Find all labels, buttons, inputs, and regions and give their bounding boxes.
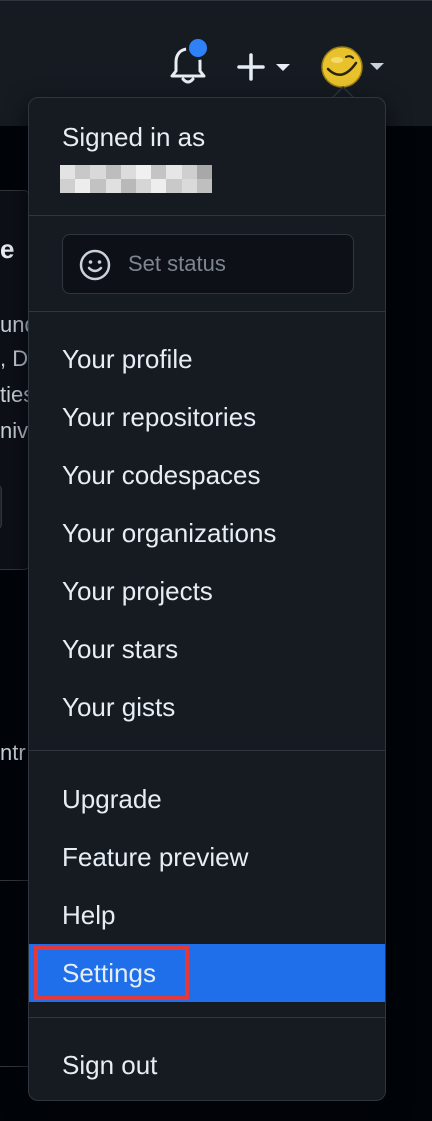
background-divider bbox=[0, 1066, 30, 1067]
avatar-smiley-icon[interactable] bbox=[320, 45, 390, 89]
menu-item-your-profile[interactable]: Your profile bbox=[29, 330, 385, 388]
plus-icon[interactable] bbox=[234, 47, 296, 87]
menu-item-feature-preview[interactable]: Feature preview bbox=[29, 828, 385, 886]
background-text: , D bbox=[0, 346, 29, 371]
menu-item-your-gists[interactable]: Your gists bbox=[29, 678, 385, 736]
menu-item-help[interactable]: Help bbox=[29, 886, 385, 944]
menu-divider bbox=[29, 1017, 385, 1018]
background-button bbox=[0, 484, 2, 530]
background-text: ntr bbox=[0, 740, 26, 765]
background-text: und bbox=[0, 312, 30, 337]
signed-in-label: Signed in as bbox=[62, 122, 206, 152]
background-text: niv bbox=[0, 418, 29, 443]
menu-item-your-projects[interactable]: Your projects bbox=[29, 562, 385, 620]
menu-item-your-stars[interactable]: Your stars bbox=[29, 620, 385, 678]
github-page: e und , D ties niv ntr Signed in as Set … bbox=[0, 0, 432, 1121]
background-text: ties bbox=[0, 382, 30, 407]
user-menu-dropdown: Signed in as Set status Your profile You… bbox=[28, 97, 386, 1101]
set-status-button[interactable]: Set status bbox=[62, 234, 354, 294]
username-redacted bbox=[60, 165, 212, 193]
notification-dot bbox=[186, 36, 210, 60]
menu-divider bbox=[29, 215, 385, 216]
menu-item-your-repositories[interactable]: Your repositories bbox=[29, 388, 385, 446]
menu-item-sign-out[interactable]: Sign out bbox=[29, 1036, 385, 1094]
menu-item-your-organizations[interactable]: Your organizations bbox=[29, 504, 385, 562]
settings-highlight-box bbox=[34, 946, 189, 1000]
menu-divider bbox=[29, 311, 385, 312]
menu-item-upgrade[interactable]: Upgrade bbox=[29, 770, 385, 828]
background-heading: e bbox=[0, 234, 15, 264]
background-divider bbox=[0, 880, 30, 881]
menu-divider bbox=[29, 750, 385, 751]
menu-item-your-codespaces[interactable]: Your codespaces bbox=[29, 446, 385, 504]
set-status-label: Set status bbox=[128, 251, 226, 276]
smiley-icon bbox=[79, 249, 111, 281]
